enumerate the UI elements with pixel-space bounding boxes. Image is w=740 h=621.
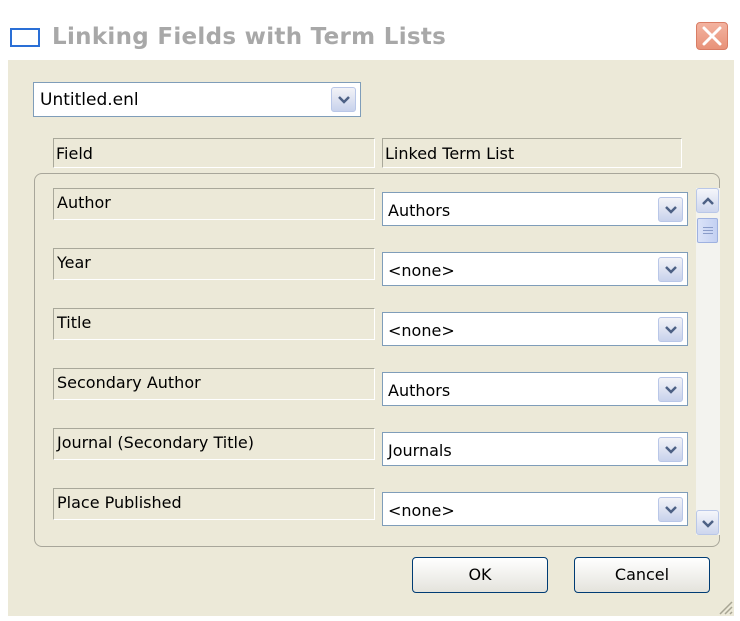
term-list-dropdown-button[interactable] — [658, 197, 683, 222]
term-list-dropdown-button[interactable] — [658, 497, 683, 522]
field-label-text: Year — [57, 253, 91, 272]
chevron-down-icon — [665, 206, 677, 214]
scroll-up-button[interactable] — [696, 188, 719, 213]
field-label: Secondary Author — [53, 368, 375, 400]
window-title: Linking Fields with Term Lists — [52, 24, 447, 50]
chevron-down-icon — [665, 326, 677, 334]
chevron-down-icon — [665, 506, 677, 514]
term-list-dropdown-button[interactable] — [658, 317, 683, 342]
term-list-select[interactable]: <none> — [382, 252, 688, 286]
field-label-text: Journal (Secondary Title) — [57, 433, 255, 452]
term-list-select[interactable]: Authors — [382, 192, 688, 226]
title-bar: Linking Fields with Term Lists — [0, 0, 740, 60]
arrow-up-icon — [702, 197, 714, 205]
field-label: Journal (Secondary Title) — [53, 428, 375, 460]
chevron-down-icon — [665, 446, 677, 454]
library-select[interactable]: Untitled.enl — [33, 82, 361, 117]
ok-button[interactable]: OK — [412, 557, 548, 593]
term-list-dropdown-button[interactable] — [658, 377, 683, 402]
field-label: Year — [53, 248, 375, 280]
close-button[interactable] — [696, 22, 728, 50]
term-list-value: <none> — [388, 501, 455, 520]
field-label-text: Place Published — [57, 493, 182, 512]
chevron-down-icon — [665, 386, 677, 394]
term-list-select[interactable]: Authors — [382, 372, 688, 406]
term-list-value: <none> — [388, 321, 455, 340]
resize-grip-icon[interactable] — [716, 598, 734, 616]
library-dropdown-button[interactable] — [331, 87, 356, 112]
term-list-dropdown-button[interactable] — [658, 437, 683, 462]
term-list-select[interactable]: Journals — [382, 432, 688, 466]
arrow-down-icon — [702, 520, 714, 528]
term-list-select[interactable]: <none> — [382, 492, 688, 526]
field-label-text: Secondary Author — [57, 373, 201, 392]
library-select-value: Untitled.enl — [40, 90, 139, 110]
term-list-value: <none> — [388, 261, 455, 280]
chevron-down-icon — [665, 266, 677, 274]
term-list-dropdown-button[interactable] — [658, 257, 683, 282]
scroll-thumb[interactable] — [697, 218, 718, 243]
field-label: Place Published — [53, 488, 375, 520]
dialog-body: Untitled.enl Field Linked Term List Auth… — [8, 60, 734, 616]
column-header-linked-term-list: Linked Term List — [382, 138, 682, 168]
field-label: Author — [53, 188, 375, 220]
scroll-down-button[interactable] — [696, 510, 719, 535]
field-label-text: Title — [57, 313, 92, 332]
field-label: Title — [53, 308, 375, 340]
window-icon — [10, 28, 40, 47]
field-label-text: Author — [57, 193, 111, 212]
close-x-icon — [702, 26, 722, 46]
term-list-select[interactable]: <none> — [382, 312, 688, 346]
column-header-field: Field — [53, 138, 375, 168]
term-list-value: Authors — [388, 201, 451, 220]
chevron-down-icon — [338, 96, 350, 104]
vertical-scrollbar[interactable] — [696, 188, 720, 535]
term-list-value: Authors — [388, 381, 451, 400]
term-list-value: Journals — [388, 441, 452, 460]
cancel-button[interactable]: Cancel — [574, 557, 710, 593]
